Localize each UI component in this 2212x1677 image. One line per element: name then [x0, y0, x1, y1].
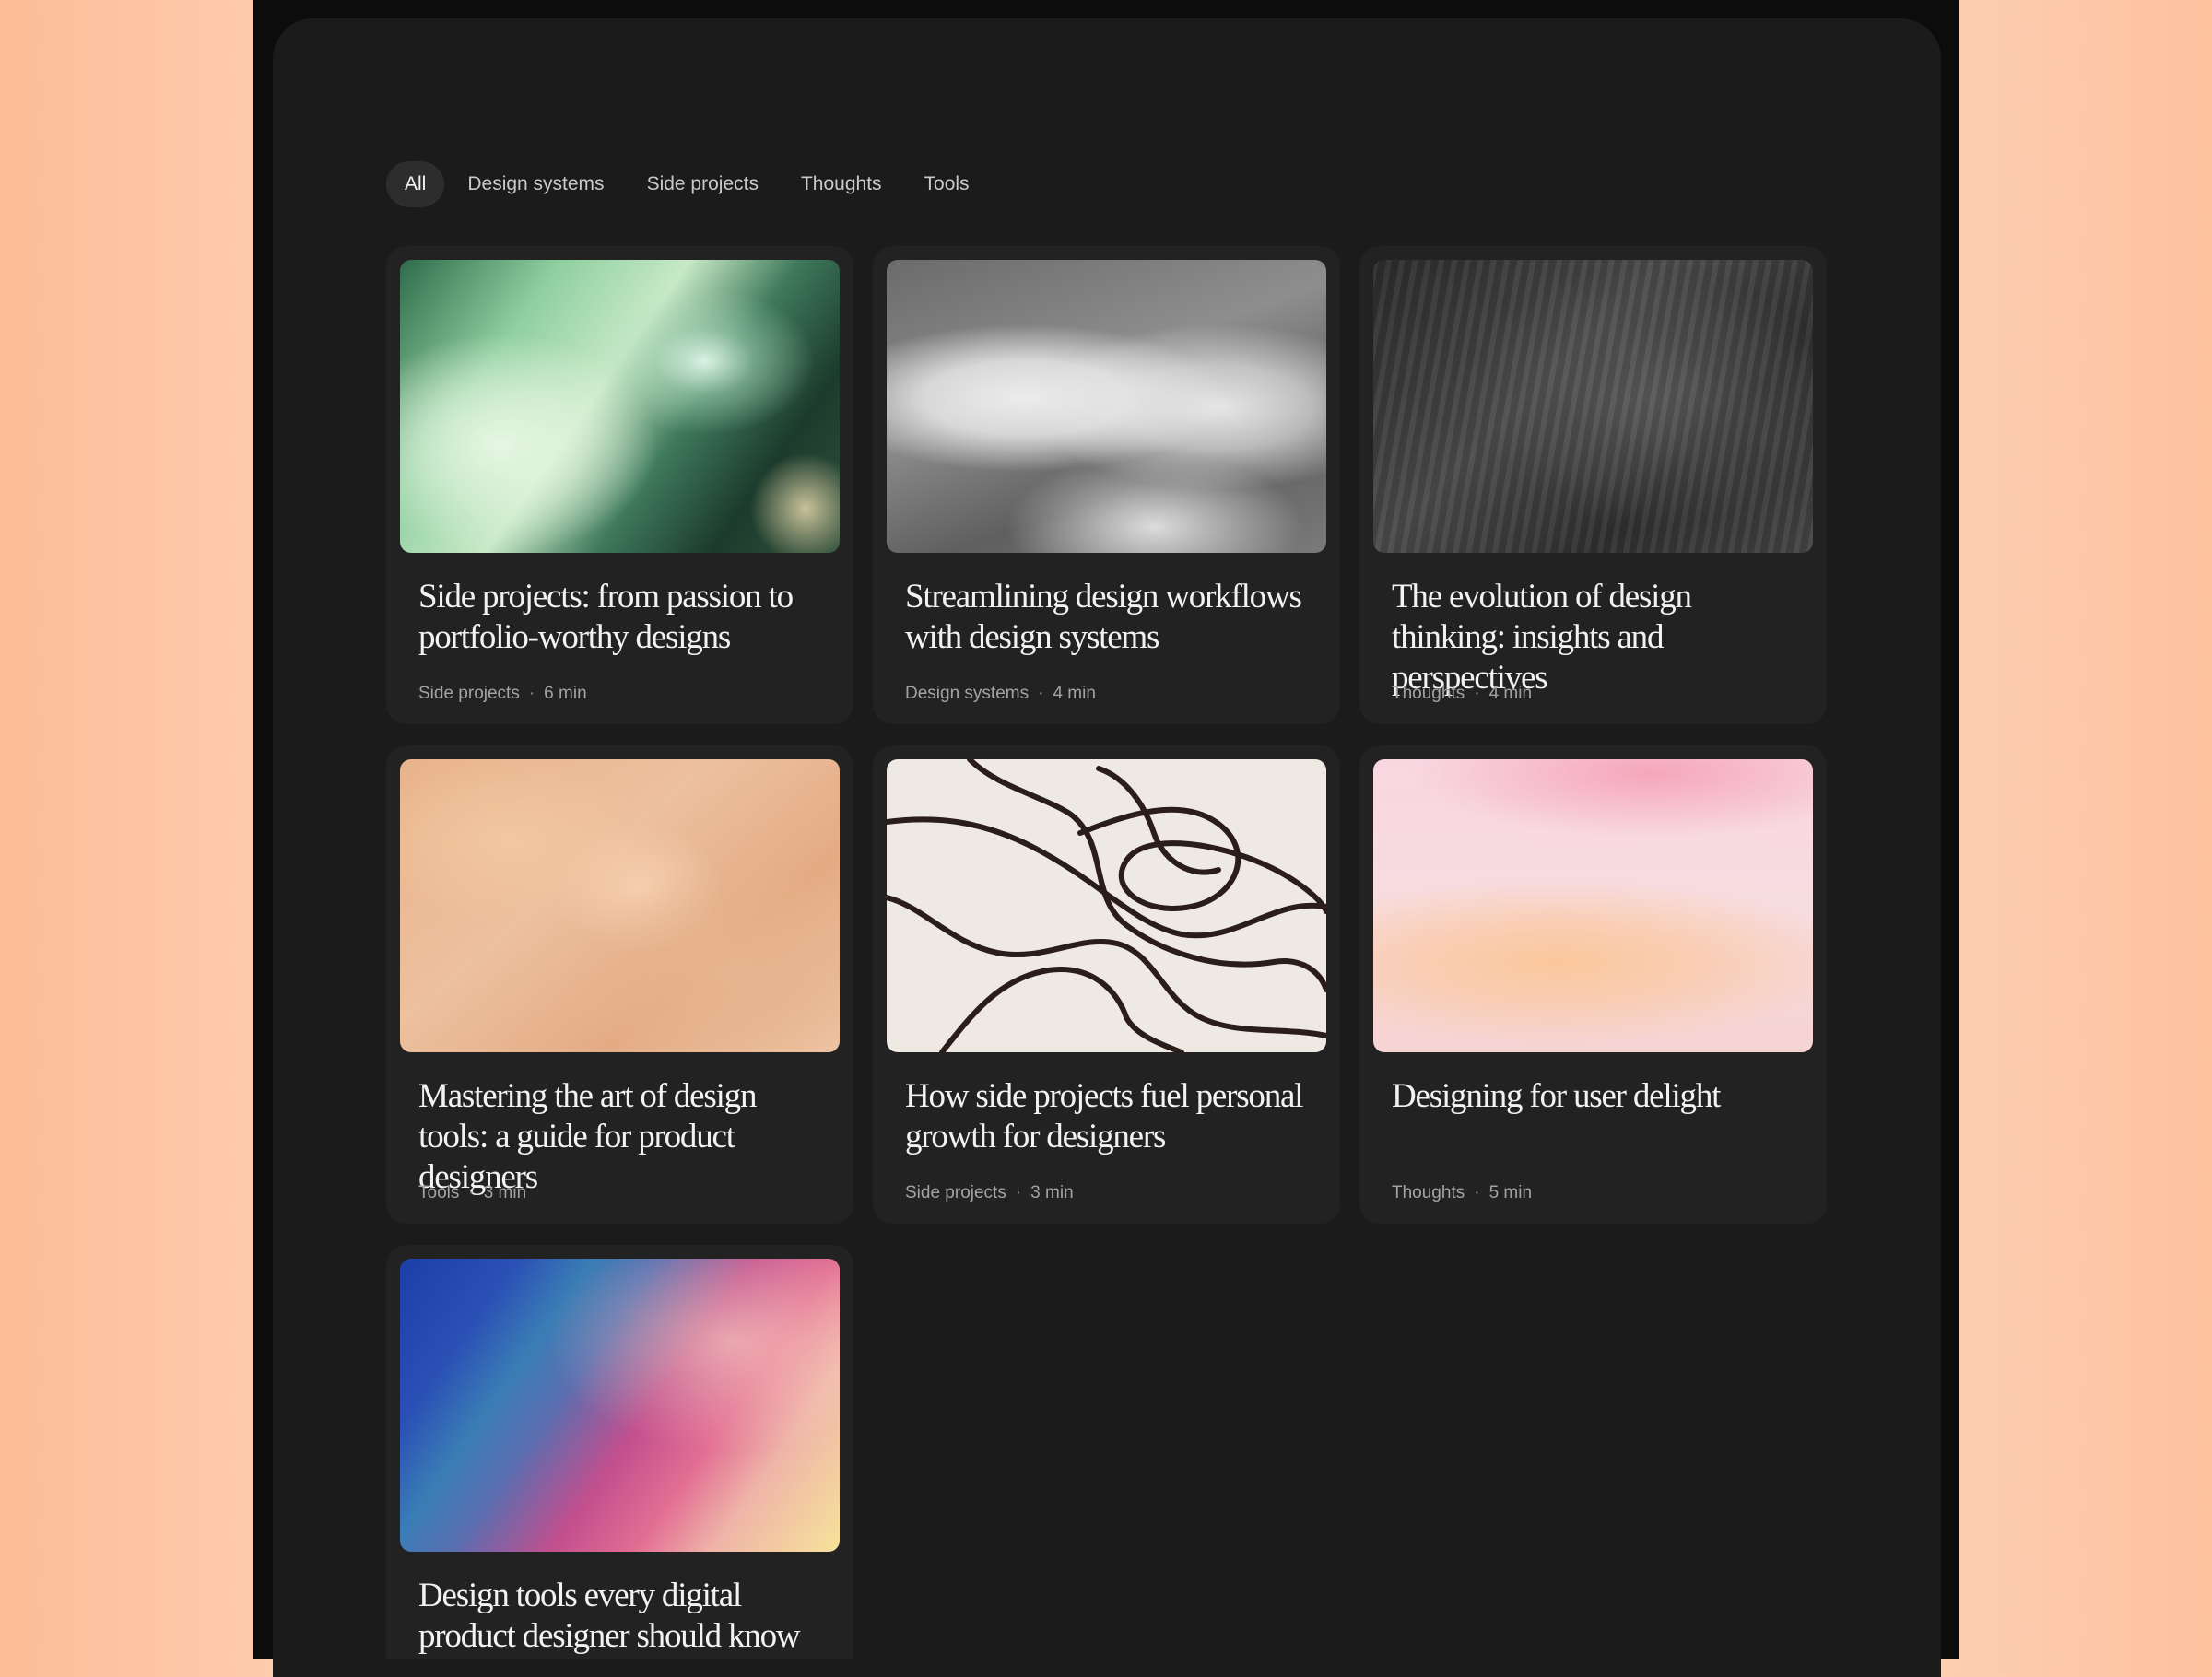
post-meta: Thoughts · 5 min: [1392, 1183, 1794, 1203]
post-card[interactable]: Design tools every digital product desig…: [386, 1245, 853, 1659]
meta-separator: ·: [528, 684, 535, 703]
post-title: Designing for user delight: [1392, 1077, 1721, 1115]
meta-separator: ·: [1474, 684, 1480, 703]
post-thumbnail: [400, 1259, 840, 1552]
post-thumbnail: [400, 759, 840, 1052]
post-thumbnail: [887, 759, 1326, 1052]
post-title: Streamlining design workflows with desig…: [905, 578, 1302, 656]
post-card[interactable]: Mastering the art of design tools: a gui…: [386, 745, 853, 1224]
post-meta: Design systems · 4 min: [905, 684, 1308, 704]
category-filter-bar: All Design systems Side projects Thought…: [386, 161, 991, 207]
post-card[interactable]: How side projects fuel personal growth f…: [873, 745, 1340, 1224]
post-thumbnail: [1373, 759, 1813, 1052]
post-thumbnail: [400, 260, 840, 553]
scribble-lines: [887, 759, 1326, 1052]
post-title: Side projects: from passion to portfolio…: [418, 578, 794, 656]
post-category: Side projects: [905, 1183, 1006, 1202]
meta-separator: ·: [1038, 684, 1044, 703]
post-title: How side projects fuel personal growth f…: [905, 1077, 1304, 1155]
post-category: Thoughts: [1392, 1183, 1465, 1202]
post-category: Side projects: [418, 684, 520, 703]
post-thumbnail: [887, 260, 1326, 553]
post-card[interactable]: The evolution of design thinking: insigh…: [1359, 246, 1827, 724]
post-card[interactable]: Designing for user delight Thoughts · 5 …: [1359, 745, 1827, 1224]
post-category: Design systems: [905, 684, 1030, 703]
filter-tab-thoughts[interactable]: Thoughts: [780, 161, 903, 207]
post-read-time: 4 min: [1053, 684, 1096, 703]
post-read-time: 6 min: [544, 684, 587, 703]
post-read-time: 5 min: [1488, 1183, 1533, 1202]
filter-tab-side-projects[interactable]: Side projects: [626, 161, 780, 207]
filter-tab-design-systems[interactable]: Design systems: [446, 161, 625, 207]
post-category: Tools: [418, 1183, 460, 1202]
post-title: The evolution of design thinking: insigh…: [1392, 578, 1692, 697]
filter-tab-tools[interactable]: Tools: [903, 161, 991, 207]
post-card[interactable]: Streamlining design workflows with desig…: [873, 246, 1340, 724]
post-read-time: 3 min: [1030, 1183, 1074, 1202]
post-read-time: 3 min: [483, 1183, 527, 1202]
post-category: Thoughts: [1392, 684, 1465, 703]
post-meta: Thoughts · 4 min: [1392, 684, 1794, 704]
post-meta: Side projects · 3 min: [905, 1183, 1308, 1203]
post-meta: Side projects · 6 min: [418, 684, 821, 704]
post-thumbnail: [1373, 260, 1813, 553]
meta-separator: ·: [1015, 1183, 1022, 1202]
post-read-time: 4 min: [1488, 684, 1533, 703]
post-card[interactable]: Side projects: from passion to portfolio…: [386, 246, 853, 724]
meta-separator: ·: [1474, 1183, 1480, 1202]
post-title: Design tools every digital product desig…: [418, 1577, 801, 1655]
post-title: Mastering the art of design tools: a gui…: [418, 1077, 757, 1196]
meta-separator: ·: [468, 1183, 475, 1202]
filter-tab-all[interactable]: All: [386, 161, 445, 207]
